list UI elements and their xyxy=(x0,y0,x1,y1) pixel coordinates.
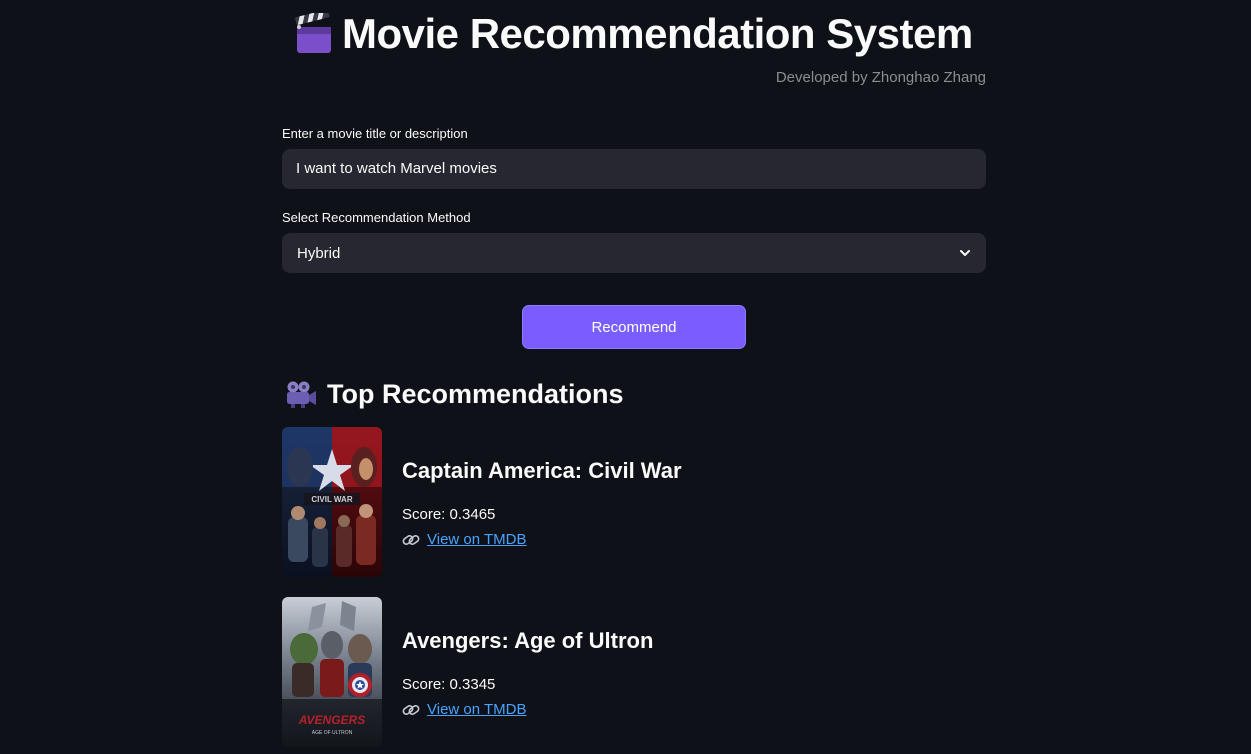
poster-title-text: AVENGERS xyxy=(298,713,365,727)
poster-title-text: CIVIL WAR xyxy=(311,495,352,504)
tmdb-link[interactable]: View on TMDB xyxy=(427,701,527,718)
section-title: Top Recommendations xyxy=(327,378,624,409)
tmdb-link-row: View on TMDB xyxy=(402,701,527,718)
movie-title: Avengers: Age of Ultron xyxy=(402,628,654,653)
movie-card: AVENGERS AGE OF ULTRON Avengers: Age of … xyxy=(282,597,986,747)
chevron-down-icon xyxy=(960,250,970,256)
clapperboard-icon xyxy=(295,13,331,53)
movie-score: Score: 0.3345 xyxy=(402,676,496,693)
method-selected-value: Hybrid xyxy=(297,244,341,262)
movie-camera-icon xyxy=(287,381,316,408)
page-header: Movie Recommendation System xyxy=(294,8,973,60)
query-label: Enter a movie title or description xyxy=(282,126,468,141)
developer-credit: Developed by Zhonghao Zhang xyxy=(775,69,986,86)
recommend-button[interactable]: Recommend xyxy=(522,305,746,349)
recommendations-heading: Top Recommendations xyxy=(285,377,624,411)
tmdb-link-row: View on TMDB xyxy=(402,531,527,548)
movie-score: Score: 0.3465 xyxy=(402,506,496,523)
query-input[interactable]: I want to watch Marvel movies xyxy=(282,149,986,189)
movie-card: CIVIL WAR Captain America: Civil War Sco… xyxy=(282,427,986,577)
app-root: Movie Recommendation System Developed by… xyxy=(0,0,1251,754)
movie-poster[interactable]: CIVIL WAR xyxy=(282,427,382,577)
movie-title: Captain America: Civil War xyxy=(402,458,682,483)
movie-poster[interactable]: AVENGERS AGE OF ULTRON xyxy=(282,597,382,747)
poster-subtitle-text: AGE OF ULTRON xyxy=(312,730,353,736)
poster-image: AVENGERS AGE OF ULTRON xyxy=(282,597,382,747)
method-select[interactable]: Hybrid xyxy=(282,233,986,273)
poster-image: CIVIL WAR xyxy=(282,427,382,577)
link-icon xyxy=(402,534,420,545)
page-title: Movie Recommendation System xyxy=(342,10,973,57)
link-icon xyxy=(402,704,420,715)
method-label: Select Recommendation Method xyxy=(282,210,471,225)
tmdb-link[interactable]: View on TMDB xyxy=(427,531,527,548)
